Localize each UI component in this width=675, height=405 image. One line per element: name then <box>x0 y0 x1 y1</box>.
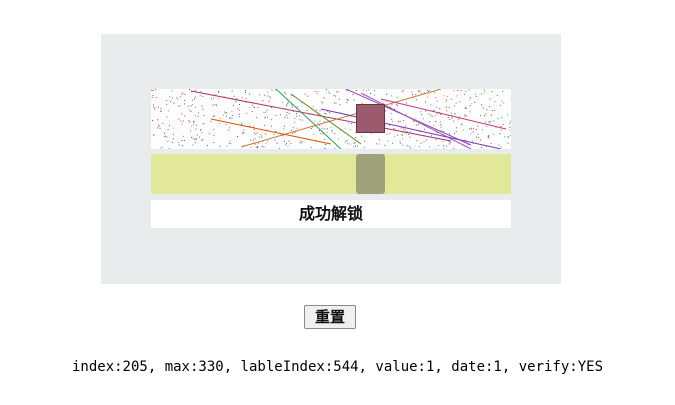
captcha-noise-canvas <box>151 89 511 149</box>
unlock-status-text: 成功解锁 <box>151 200 511 228</box>
page-root: 成功解锁 重置 index:205, max:330, lableIndex:5… <box>0 0 675 405</box>
slider-handle[interactable] <box>356 154 385 194</box>
captcha-image <box>151 89 511 149</box>
debug-info-text: index:205, max:330, lableIndex:544, valu… <box>71 359 603 375</box>
puzzle-piece <box>356 104 385 133</box>
slider-track[interactable] <box>151 154 511 194</box>
reset-button[interactable]: 重置 <box>304 305 356 329</box>
